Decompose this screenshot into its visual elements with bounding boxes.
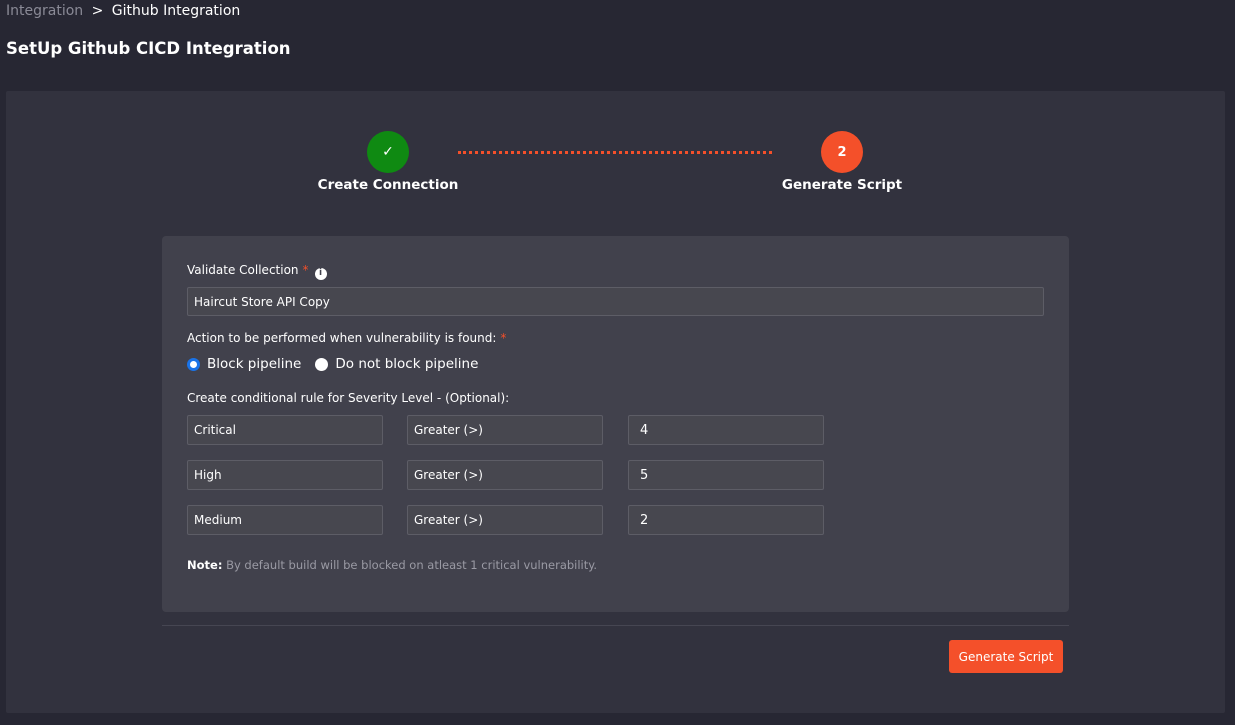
breadcrumb-link-integration[interactable]: Integration [6,3,83,19]
radio-block-pipeline[interactable]: Block pipeline [187,356,301,372]
action-label: Action to be performed when vulnerabilit… [187,331,506,346]
severity-select-critical[interactable]: Critical [187,415,383,445]
info-icon[interactable]: i [314,267,327,280]
threshold-input-high[interactable]: 5 [628,460,824,490]
breadcrumb-separator: > [91,3,104,19]
action-radio-group: Block pipeline Do not block pipeline [187,356,492,372]
required-asterisk: * [500,331,507,345]
operator-select-medium[interactable]: Greater (>) [407,505,603,535]
breadcrumb-current: Github Integration [111,3,241,19]
required-asterisk: * [302,263,309,277]
threshold-input-medium[interactable]: 2 [628,505,824,535]
note: Note: By default build will be blocked o… [187,558,597,572]
step-2-label: Generate Script [781,177,903,193]
severity-select-high[interactable]: High [187,460,383,490]
radio-unchecked-icon[interactable] [315,357,329,371]
radio-do-not-block-pipeline[interactable]: Do not block pipeline [315,356,478,372]
note-label: Note: [187,558,223,572]
threshold-input-critical[interactable]: 4 [628,415,824,445]
generate-script-button[interactable]: Generate Script [949,640,1063,673]
step-1-label: Create Connection [317,177,459,193]
validate-collection-label: Validate Collection * i [187,263,327,280]
radio-checked-icon[interactable] [187,357,200,371]
operator-select-high[interactable]: Greater (>) [407,460,603,490]
step-1-complete-check-icon: ✓ [367,131,409,173]
main-panel: ✓ 2 Create Connection Generate Script Va… [6,91,1225,713]
footer-divider [162,625,1069,626]
severity-select-medium[interactable]: Medium [187,505,383,535]
radio-block-pipeline-label: Block pipeline [207,356,302,372]
validate-collection-label-text: Validate Collection [187,263,299,277]
step-2-indicator: 2 [821,131,863,173]
breadcrumb: Integration > Github Integration [6,3,240,20]
stepper-connector [458,151,772,154]
action-label-text: Action to be performed when vulnerabilit… [187,331,497,345]
validate-collection-select[interactable]: Haircut Store API Copy [187,287,1044,316]
severity-rule-label: Create conditional rule for Severity Lev… [187,391,510,405]
page-title: SetUp Github CICD Integration [6,39,291,58]
operator-select-critical[interactable]: Greater (>) [407,415,603,445]
integration-form: Validate Collection * i Haircut Store API … [162,236,1069,612]
note-text: By default build will be blocked on atle… [226,558,598,572]
radio-do-not-block-pipeline-label: Do not block pipeline [335,356,479,372]
